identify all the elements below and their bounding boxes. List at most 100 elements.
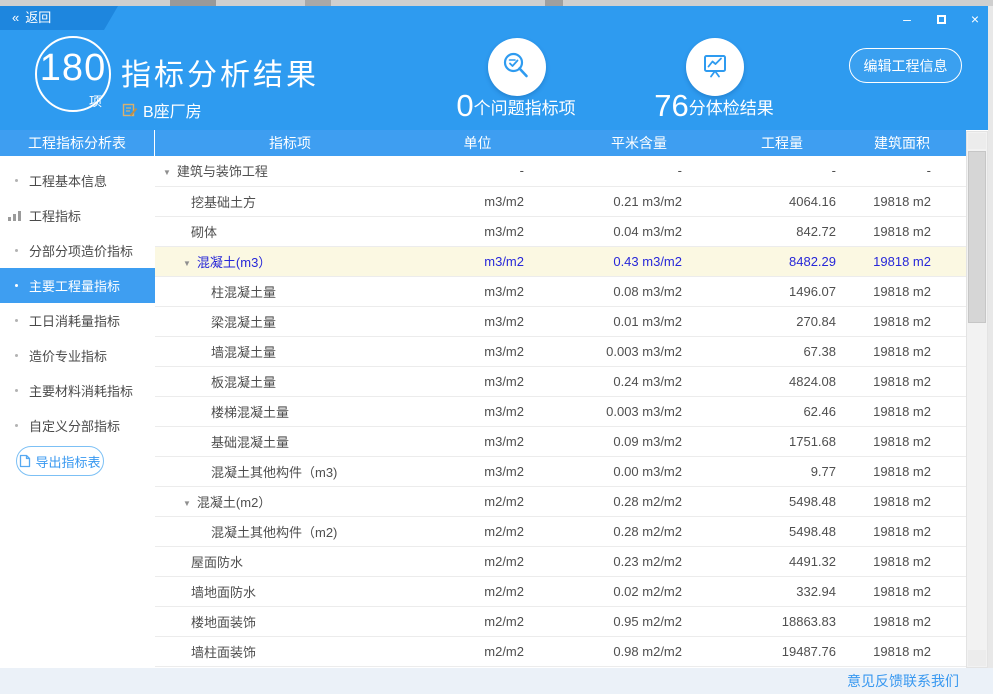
sidebar: 工程指标分析表 工程基本信息工程指标分部分项造价指标主要工程量指标工日消耗量指标… [0, 130, 155, 668]
indicator-label: 板混凝土量 [211, 375, 276, 390]
indicator-cell: 挖基础土方 [155, 186, 425, 216]
maximize-button[interactable] [931, 10, 951, 28]
indicator-cell: 混凝土其他构件（m3) [155, 456, 425, 486]
problem-indicator-count: 0 [456, 90, 473, 121]
sidebar-item[interactable]: 工日消耗量指标 [0, 303, 155, 338]
table-group-row[interactable]: ▼混凝土(m2）m2/m20.28 m2/m25498.4819818 m2 [155, 486, 966, 516]
maximize-icon [937, 15, 946, 24]
per-area-cell: 0.23 m2/m2 [530, 546, 687, 576]
table-group-row[interactable]: ▼建筑与装饰工程---- [155, 156, 966, 186]
collapse-triangle-icon[interactable]: ▼ [183, 259, 191, 268]
area-cell: - [837, 156, 966, 186]
dot-icon [15, 179, 18, 182]
per-area-cell: 0.28 m2/m2 [530, 486, 687, 516]
sidebar-item-label: 主要工程量指标 [29, 276, 120, 295]
sidebar-item[interactable]: 主要工程量指标 [0, 268, 155, 303]
sidebar-item-label: 分部分项造价指标 [29, 241, 133, 260]
sidebar-item[interactable]: 主要材料消耗指标 [0, 373, 155, 408]
sidebar-item[interactable]: 自定义分部指标 [0, 408, 155, 443]
area-cell: 19818 m2 [837, 246, 966, 276]
table-group-row[interactable]: ▼混凝土(m3）m3/m20.43 m3/m28482.2919818 m2 [155, 246, 966, 276]
indicator-cell: ▼混凝土(m3） [155, 246, 425, 276]
back-button[interactable]: «返回 [0, 6, 118, 30]
close-button[interactable]: × [965, 10, 985, 28]
dot-icon [15, 354, 18, 357]
quantity-cell: 5498.48 [687, 486, 837, 516]
vertical-scrollbar[interactable] [966, 131, 988, 668]
table-row[interactable]: 砌体m3/m20.04 m3/m2842.7219818 m2 [155, 216, 966, 246]
table-row[interactable]: 挖基础土方m3/m20.21 m3/m24064.1619818 m2 [155, 186, 966, 216]
unit-cell: m3/m2 [425, 456, 530, 486]
edit-project-info-button[interactable]: 编辑工程信息 [849, 48, 962, 83]
feedback-link[interactable]: 意见反馈 [847, 671, 903, 691]
export-indicator-table-button[interactable]: 导出指标表 [16, 446, 104, 476]
problem-indicator-label: 个问题指标项 [474, 99, 576, 121]
indicator-label: 楼梯混凝土量 [211, 405, 289, 420]
indicator-label: 混凝土其他构件（m2) [211, 525, 337, 540]
quantity-cell: 67.38 [687, 336, 837, 366]
quantity-cell: 842.72 [687, 216, 837, 246]
back-chevrons-icon: « [12, 10, 19, 25]
indicator-cell: ▼混凝土(m2） [155, 486, 425, 516]
area-cell: 19818 m2 [837, 366, 966, 396]
unit-cell: m2/m2 [425, 636, 530, 666]
dot-icon [15, 424, 18, 427]
sidebar-item[interactable]: 工程基本信息 [0, 163, 155, 198]
sidebar-item[interactable]: 造价专业指标 [0, 338, 155, 373]
quantity-cell: 62.46 [687, 396, 837, 426]
table-row[interactable]: 柱混凝土量m3/m20.08 m3/m21496.0719818 m2 [155, 276, 966, 306]
health-check-score: 76 [654, 90, 688, 121]
table-row[interactable]: 混凝土其他构件（m2)m2/m20.28 m2/m25498.4819818 m… [155, 516, 966, 546]
quantity-cell: 18863.83 [687, 606, 837, 636]
collapse-triangle-icon[interactable]: ▼ [163, 168, 171, 177]
table-row[interactable]: 楼地面装饰m2/m20.95 m2/m218863.8319818 m2 [155, 606, 966, 636]
indicator-label: 挖基础土方 [191, 195, 256, 210]
table-row[interactable]: 基础混凝土量m3/m20.09 m3/m21751.6819818 m2 [155, 426, 966, 456]
per-area-cell: 0.24 m3/m2 [530, 366, 687, 396]
table-row[interactable]: 屋面防水m2/m20.23 m2/m24491.3219818 m2 [155, 546, 966, 576]
quantity-cell: 19487.76 [687, 636, 837, 666]
sidebar-item-label: 自定义分部指标 [29, 416, 120, 435]
table-row[interactable]: 墙地面防水m2/m20.02 m2/m2332.9419818 m2 [155, 576, 966, 606]
per-area-cell: 0.00 m3/m2 [530, 456, 687, 486]
indicator-cell: 砌体 [155, 216, 425, 246]
health-check-stat: 76分体检结果 [604, 90, 824, 121]
footer: 意见反馈 联系我们 [0, 668, 993, 694]
collapse-triangle-icon[interactable]: ▼ [183, 499, 191, 508]
indicator-label: 梁混凝土量 [211, 315, 276, 330]
health-check-circle [686, 38, 744, 96]
table-row[interactable]: 板混凝土量m3/m20.24 m3/m24824.0819818 m2 [155, 366, 966, 396]
sidebar-item-label: 工程基本信息 [29, 171, 107, 190]
quantity-cell: 5498.48 [687, 516, 837, 546]
indicator-label: 柱混凝土量 [211, 285, 276, 300]
indicator-cell: 楼地面装饰 [155, 606, 425, 636]
minimize-button[interactable]: – [897, 10, 917, 28]
table-row[interactable]: 墙柱面装饰m2/m20.98 m2/m219487.7619818 m2 [155, 636, 966, 666]
dot-icon [15, 284, 18, 287]
project-name: B座厂房 [143, 98, 202, 122]
area-cell: 19818 m2 [837, 336, 966, 366]
table-row[interactable]: 墙混凝土量m3/m20.003 m3/m267.3819818 m2 [155, 336, 966, 366]
monitor-chart-icon [697, 49, 733, 85]
scrollbar-up-button[interactable] [968, 133, 986, 149]
window-controls: – × [897, 10, 985, 28]
per-area-cell: 0.08 m3/m2 [530, 276, 687, 306]
quantity-cell: - [687, 156, 837, 186]
area-cell: 19818 m2 [837, 186, 966, 216]
table-row[interactable]: 混凝土其他构件（m3)m3/m20.00 m3/m29.7719818 m2 [155, 456, 966, 486]
contact-us-link[interactable]: 联系我们 [903, 671, 959, 691]
area-cell: 19818 m2 [837, 606, 966, 636]
dot-icon [15, 249, 18, 252]
scrollbar-thumb[interactable] [968, 151, 986, 323]
table-row[interactable]: 梁混凝土量m3/m20.01 m3/m2270.8419818 m2 [155, 306, 966, 336]
area-cell: 19818 m2 [837, 456, 966, 486]
sidebar-item[interactable]: 工程指标 [0, 198, 155, 233]
sidebar-item[interactable]: 分部分项造价指标 [0, 233, 155, 268]
item-count-value: 180 [37, 47, 109, 90]
scrollbar-down-button[interactable] [968, 650, 986, 666]
table-row[interactable]: 楼梯混凝土量m3/m20.003 m3/m262.4619818 m2 [155, 396, 966, 426]
per-area-cell: 0.01 m3/m2 [530, 306, 687, 336]
problem-indicator-stat: 0个问题指标项 [406, 90, 626, 121]
indicator-cell: 墙地面防水 [155, 576, 425, 606]
col-header-per-area: 平米含量 [530, 130, 687, 156]
